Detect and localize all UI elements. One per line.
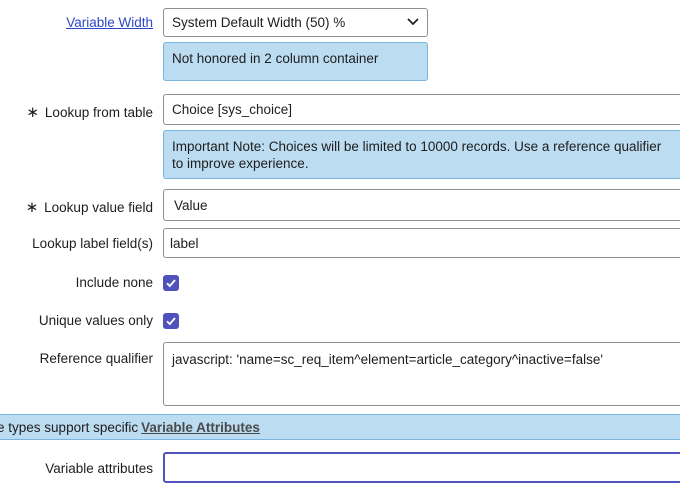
variable-width-selected: System Default Width (50) % [172,15,346,30]
lookup-table-input[interactable]: Choice [sys_choice] [163,94,680,125]
lookup-table-label: ∗ Lookup from table [26,104,153,121]
lookup-label-fields-input[interactable]: label [163,228,680,258]
reference-qualifier-textarea[interactable]: javascript: 'name=sc_req_item^element=ar… [163,342,680,406]
variable-attributes-banner: Variable types support specific Variable… [0,414,680,440]
required-marker-icon: ∗ [25,199,39,216]
lookup-label-fields-label: Lookup label field(s) [32,236,153,251]
variable-attributes-link[interactable]: Variable Attributes [141,420,260,435]
unique-values-only-checkbox[interactable] [163,313,179,329]
chevron-down-icon [407,17,419,29]
check-icon [166,279,176,288]
reference-qualifier-label: Reference qualifier [39,351,153,366]
variable-width-note: Not honored in 2 column container [163,42,428,81]
lookup-value-field-label: ∗ Lookup value field [25,199,153,216]
include-none-label: Include none [75,275,153,290]
include-none-checkbox[interactable] [163,275,179,291]
required-marker-icon: ∗ [26,104,39,121]
lookup-value-field-input[interactable]: Value [163,189,680,221]
variable-attributes-input[interactable] [163,452,680,483]
check-icon [166,317,176,326]
variable-width-select[interactable]: System Default Width (50) % [163,8,428,37]
variable-width-link[interactable]: Variable Width [66,15,153,30]
variable-attributes-label: Variable attributes [45,461,153,476]
lookup-table-note: Important Note: Choices will be limited … [163,130,680,179]
variable-width-label: Variable Width [66,15,153,30]
unique-values-only-label: Unique values only [38,313,153,328]
